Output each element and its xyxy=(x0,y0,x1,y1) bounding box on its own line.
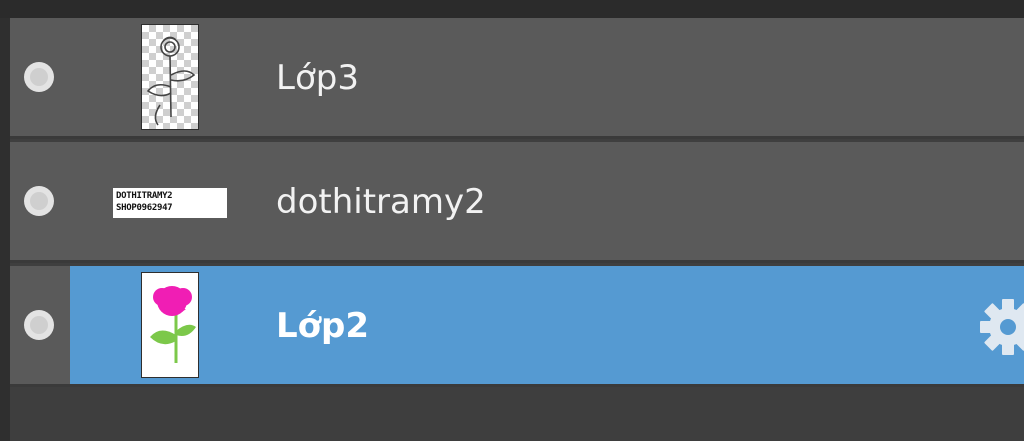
panel-top-bar xyxy=(0,0,1024,18)
gear-icon[interactable] xyxy=(968,299,1024,355)
layer-thumbnail-rose-sketch xyxy=(141,24,199,130)
layer-row-lop3[interactable]: Lớp3 xyxy=(10,18,1024,139)
layer-thumbnail-text: DOTHITRAMY2 SHOP0962947 xyxy=(113,188,227,218)
rose-sketch-icon xyxy=(146,36,196,126)
layer-name[interactable]: Lớp3 xyxy=(276,58,359,98)
layer-name[interactable]: dothitramy2 xyxy=(276,182,486,222)
selection-highlight xyxy=(70,266,1024,384)
panel-empty-area xyxy=(10,387,1024,441)
layer-thumbnail-pink-rose xyxy=(141,272,199,378)
pink-rose-icon xyxy=(150,286,196,363)
thumbnail-text-line: SHOP0962947 xyxy=(116,203,173,213)
thumbnail-text-line: DOTHITRAMY2 xyxy=(116,191,173,201)
visibility-toggle-icon[interactable] xyxy=(24,186,54,216)
visibility-toggle-icon[interactable] xyxy=(24,62,54,92)
panel-left-gutter xyxy=(0,18,10,441)
layer-row-dothitramy2[interactable]: DOTHITRAMY2 SHOP0962947 dothitramy2 xyxy=(10,142,1024,263)
layer-name[interactable]: Lớp2 xyxy=(276,306,369,346)
layer-row-lop2[interactable]: Lớp2 xyxy=(10,266,1024,387)
visibility-toggle-icon[interactable] xyxy=(24,310,54,340)
